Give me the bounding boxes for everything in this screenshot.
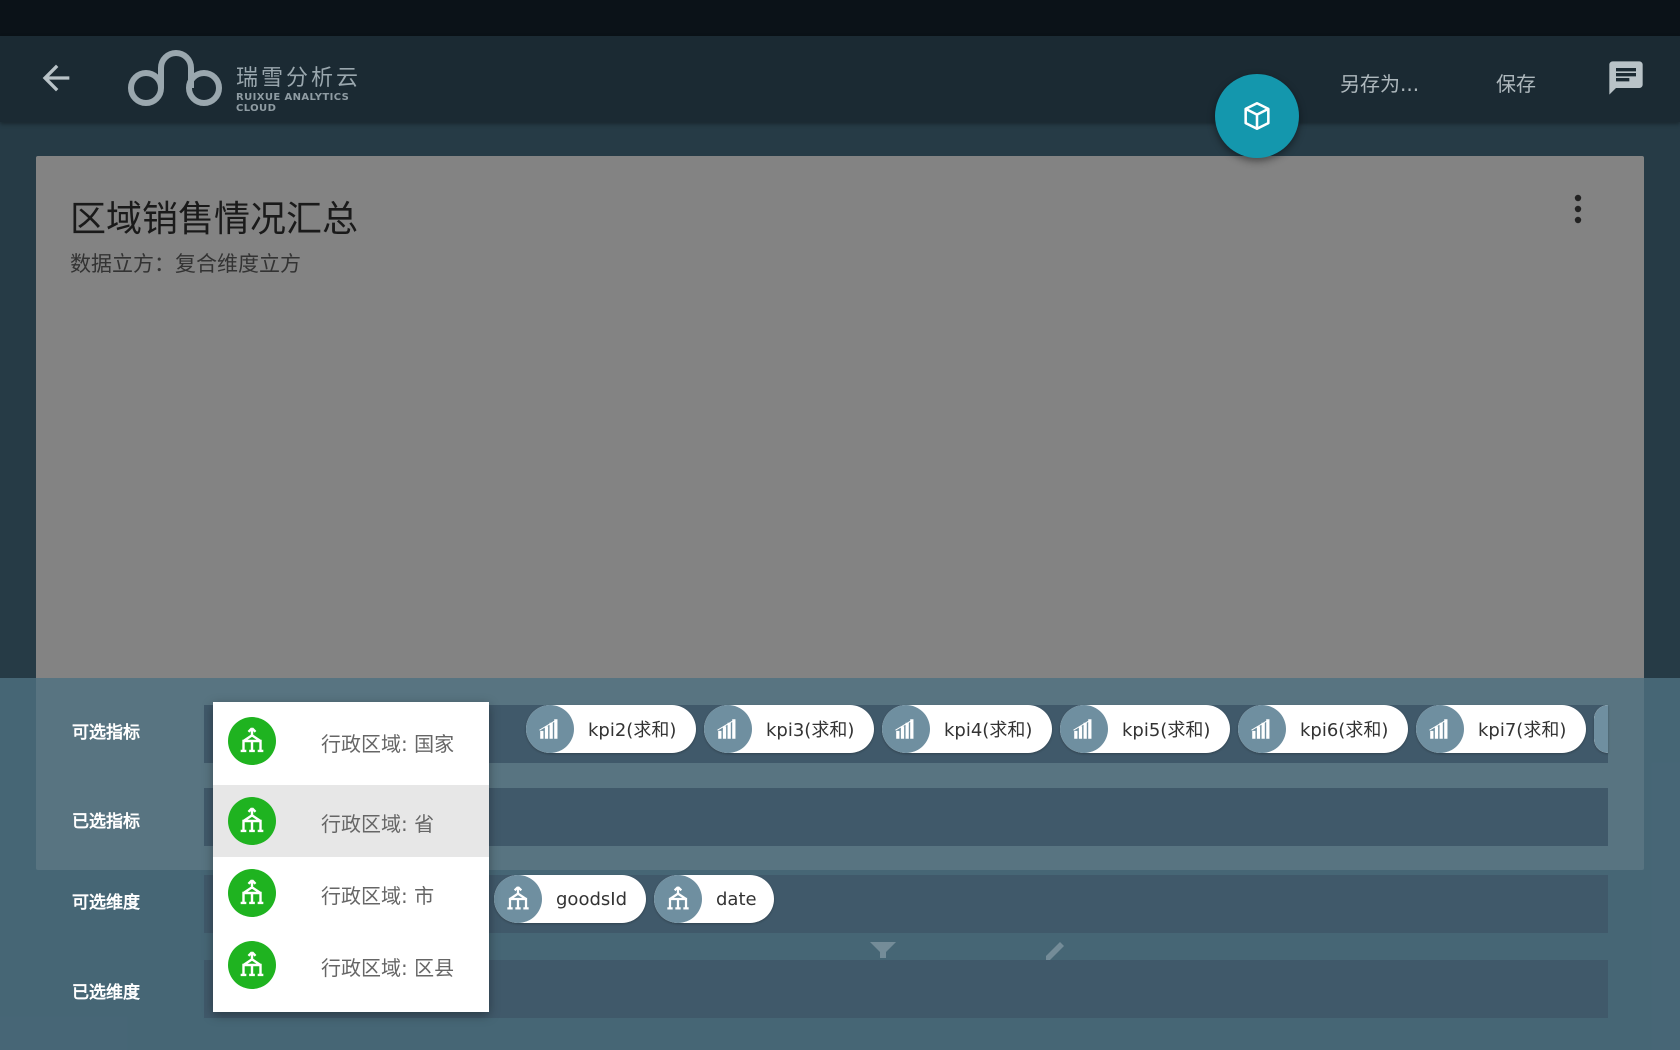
more-options-button[interactable] bbox=[1568, 190, 1588, 230]
page-title: 区域销售情况汇总 bbox=[70, 199, 359, 240]
save-button[interactable]: 保存 bbox=[1496, 68, 1536, 97]
dimension-chip[interactable]: goodsId bbox=[494, 875, 646, 923]
dropdown-item-country[interactable]: 行政区域: 国家 bbox=[213, 705, 489, 777]
available-metrics-label: 可选指标 bbox=[72, 723, 140, 743]
hierarchy-icon bbox=[228, 869, 276, 917]
bar-chart-icon bbox=[882, 705, 930, 753]
hierarchy-icon bbox=[228, 941, 276, 989]
metric-chip[interactable]: kpi4(求和) bbox=[882, 705, 1052, 753]
selected-dimensions-label: 已选维度 bbox=[72, 983, 140, 1003]
cloud-logo-icon bbox=[128, 50, 222, 106]
bar-chart-icon bbox=[1238, 705, 1286, 753]
dropdown-item-label: 行政区域: 国家 bbox=[321, 732, 455, 756]
bar-chart-icon bbox=[1594, 705, 1608, 753]
dimension-chip-label: goodsId bbox=[556, 888, 627, 910]
chat-button[interactable] bbox=[1606, 58, 1646, 98]
metric-chip[interactable]: kpi3(求和) bbox=[704, 705, 874, 753]
dropdown-item-county[interactable]: 行政区域: 区县 bbox=[213, 929, 489, 1001]
selected-metrics-label: 已选指标 bbox=[72, 812, 140, 832]
metric-chip-label: kpi5(求和) bbox=[1122, 720, 1211, 741]
metric-chip[interactable]: kpi5(求和) bbox=[1060, 705, 1230, 753]
hierarchy-icon bbox=[654, 875, 702, 923]
metric-chip-label: kpi3(求和) bbox=[766, 720, 855, 741]
hierarchy-icon bbox=[228, 797, 276, 845]
back-button[interactable] bbox=[36, 58, 76, 98]
filter-icon bbox=[868, 940, 898, 960]
metric-chip-label: kpi6(求和) bbox=[1300, 720, 1389, 741]
dropdown-item-province[interactable]: 行政区域: 省 bbox=[213, 785, 489, 857]
hierarchy-icon bbox=[494, 875, 542, 923]
metric-chip-overflow[interactable] bbox=[1594, 705, 1608, 753]
dropdown-item-label: 行政区域: 市 bbox=[321, 884, 435, 908]
dimension-chip-label: date bbox=[716, 888, 757, 910]
dimension-chip[interactable]: date bbox=[654, 875, 774, 923]
edit-icon bbox=[1040, 940, 1070, 960]
metric-chip[interactable]: kpi7(求和) bbox=[1416, 705, 1586, 753]
cube-fab-button[interactable] bbox=[1215, 74, 1299, 158]
metric-chip[interactable]: kpi6(求和) bbox=[1238, 705, 1408, 753]
bar-chart-icon bbox=[1416, 705, 1464, 753]
hierarchy-icon bbox=[228, 717, 276, 765]
data-cube-subtitle: 数据立方：复合维度立方 bbox=[70, 252, 301, 276]
arrow-left-icon bbox=[42, 64, 70, 92]
app-logo: 瑞雪分析云 RUIXUE ANALYTICS CLOUD bbox=[124, 46, 384, 114]
bar-chart-icon bbox=[526, 705, 574, 753]
app-bar: 瑞雪分析云 RUIXUE ANALYTICS CLOUD 另存为... 保存 bbox=[0, 36, 1680, 122]
logo-subtext: RUIXUE ANALYTICS CLOUD bbox=[236, 92, 350, 114]
metric-chip-label: kpi2(求和) bbox=[588, 720, 677, 741]
logo-text: 瑞雪分析云 bbox=[236, 66, 362, 91]
bar-chart-icon bbox=[1060, 705, 1108, 753]
more-vert-icon bbox=[1574, 194, 1582, 224]
bar-chart-icon bbox=[704, 705, 752, 753]
cube-icon bbox=[1244, 101, 1270, 131]
dropdown-item-city[interactable]: 行政区域: 市 bbox=[213, 857, 489, 929]
available-dimensions-label: 可选维度 bbox=[72, 893, 140, 913]
dropdown-item-label: 行政区域: 省 bbox=[321, 812, 435, 836]
save-as-button[interactable]: 另存为... bbox=[1340, 68, 1419, 97]
dimension-dropdown-menu: 行政区域: 国家 行政区域: 省 行政区域: 市 行政区域: 区县 bbox=[213, 702, 489, 1012]
metric-chip-label: kpi4(求和) bbox=[944, 720, 1033, 741]
metric-chip[interactable]: kpi2(求和) bbox=[526, 705, 696, 753]
dropdown-item-label: 行政区域: 区县 bbox=[321, 956, 455, 980]
system-top-strip bbox=[0, 0, 1680, 36]
chat-icon bbox=[1609, 61, 1643, 95]
metric-chip-label: kpi7(求和) bbox=[1478, 720, 1567, 741]
